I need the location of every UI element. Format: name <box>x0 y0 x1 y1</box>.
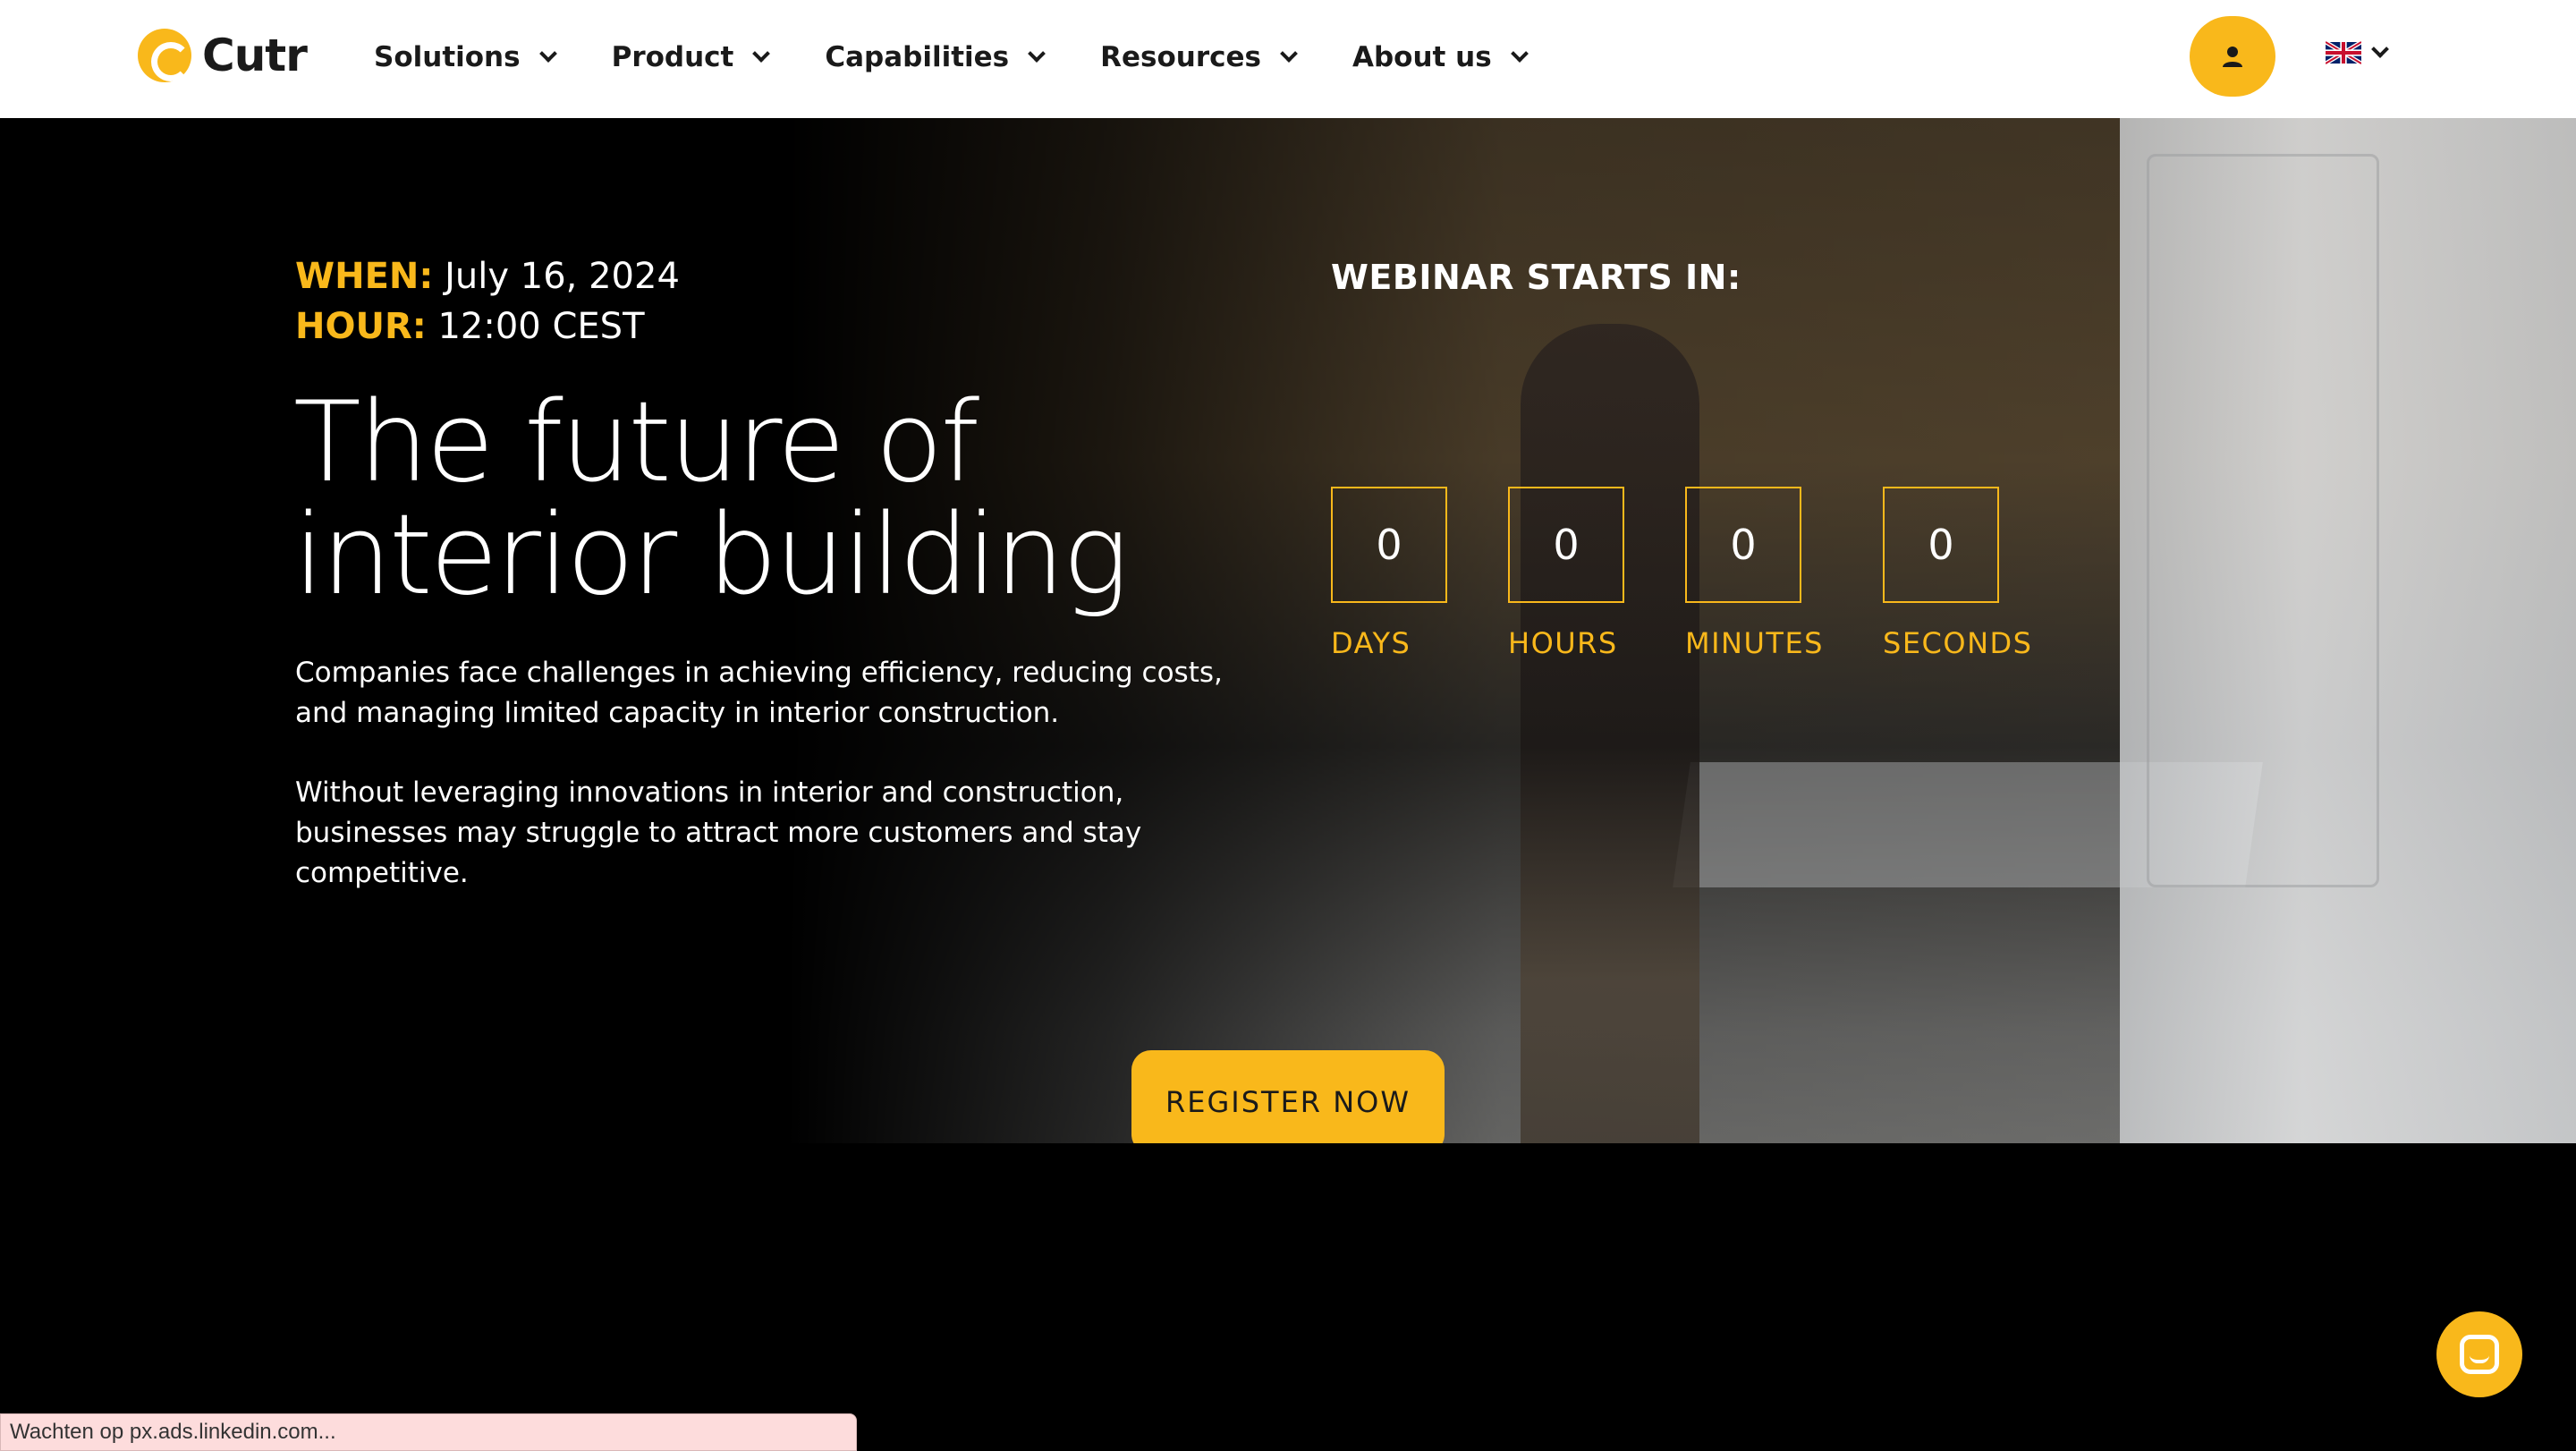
intro-paragraph-2: Without leveraging innovations in interi… <box>295 776 1142 889</box>
title-line-2: interior building <box>293 491 1129 620</box>
webinar-countdown-label: WEBINAR STARTS IN: <box>1331 258 1741 297</box>
event-date: WHEN: July 16, 2024 <box>295 256 680 297</box>
main-nav: Solutions Product Capabilities Resources… <box>374 0 1583 115</box>
chat-icon <box>2460 1335 2499 1374</box>
hero-image-worker <box>1521 324 1699 1261</box>
chevron-down-icon <box>1028 45 1046 63</box>
event-hour: HOUR: 12:00 CEST <box>295 306 645 347</box>
hour-label: HOUR: <box>295 306 427 347</box>
nav-item-label: Resources <box>1100 41 1261 73</box>
intro-paragraph-1: Companies face challenges in achieving e… <box>295 657 1223 729</box>
nav-item-label: Solutions <box>374 41 521 73</box>
hero-image-machine-door <box>2147 154 2379 887</box>
nav-item-capabilities[interactable]: Capabilities <box>825 41 1046 73</box>
nav-item-label: Capabilities <box>825 41 1010 73</box>
countdown-seconds-label: SECONDS <box>1883 626 2033 660</box>
countdown-days-value: 0 <box>1331 487 1447 603</box>
countdown-minutes-label: MINUTES <box>1685 626 1824 660</box>
countdown-hours-label: HOURS <box>1508 626 1618 660</box>
account-button[interactable] <box>2190 16 2275 97</box>
countdown-days-label: DAYS <box>1331 626 1411 660</box>
logo[interactable]: Cutr <box>138 29 308 82</box>
countdown-hours-value: 0 <box>1508 487 1624 603</box>
title-line-1: The future of <box>293 378 979 507</box>
countdown-minutes-value: 0 <box>1685 487 1801 603</box>
nav-item-about-us[interactable]: About us <box>1352 41 1529 73</box>
chat-launcher-button[interactable] <box>2436 1311 2522 1397</box>
hour-value: 12:00 CEST <box>437 306 645 347</box>
when-value: July 16, 2024 <box>445 256 680 297</box>
nav-item-product[interactable]: Product <box>611 41 771 73</box>
countdown-seconds-value: 0 <box>1883 487 1999 603</box>
when-label: WHEN: <box>295 256 434 297</box>
user-icon <box>2223 47 2242 67</box>
chevron-down-icon <box>1510 45 1529 63</box>
chevron-down-icon <box>2371 40 2389 58</box>
nav-item-label: About us <box>1352 41 1492 73</box>
uk-flag-icon <box>2326 41 2361 64</box>
browser-status-bar: Wachten op px.ads.linkedin.com... <box>0 1413 857 1451</box>
register-now-button[interactable]: REGISTER NOW <box>1131 1050 1445 1154</box>
nav-item-label: Product <box>611 41 734 73</box>
hero-section: WHEN: July 16, 2024 HOUR: 12:00 CEST The… <box>0 118 2576 1261</box>
chevron-down-icon <box>752 45 771 63</box>
logo-text: Cutr <box>202 30 308 81</box>
chevron-down-icon <box>538 45 557 63</box>
chevron-down-icon <box>1280 45 1298 63</box>
page-title: The future of interior building <box>293 386 1277 612</box>
below-hero-area <box>0 1143 2576 1451</box>
logo-mark-icon <box>138 29 191 82</box>
language-selector[interactable] <box>2326 40 2389 64</box>
nav-item-resources[interactable]: Resources <box>1100 41 1298 73</box>
nav-item-solutions[interactable]: Solutions <box>374 41 557 73</box>
site-header: Cutr Solutions Product Capabilities Reso… <box>0 0 2576 118</box>
